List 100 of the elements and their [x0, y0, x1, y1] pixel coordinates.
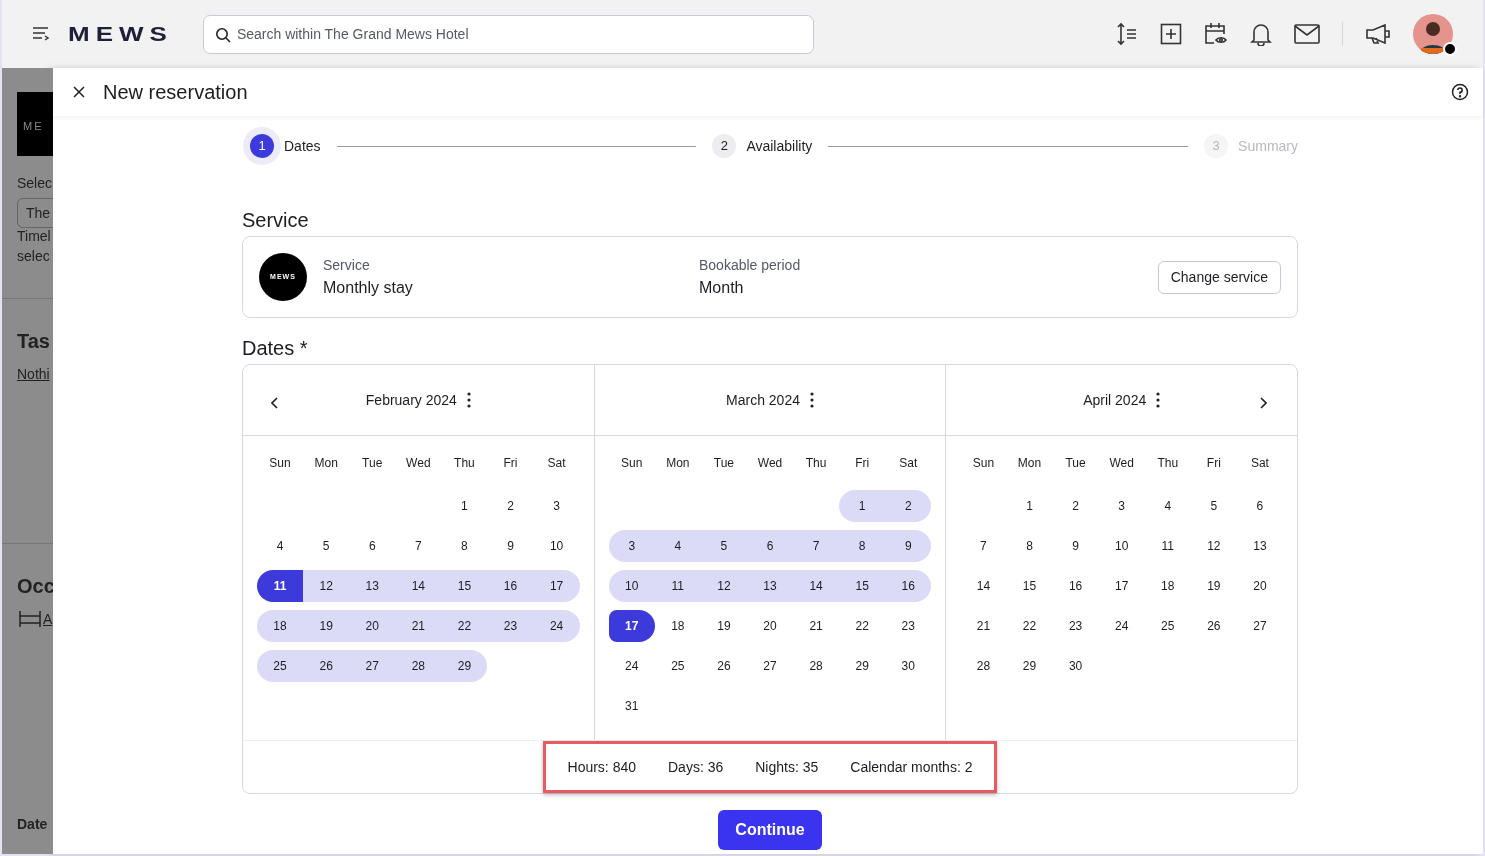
calendar-day[interactable]: 9 — [885, 530, 932, 562]
calendar-day[interactable]: 18 — [654, 610, 701, 642]
continue-button[interactable]: Continue — [718, 810, 822, 850]
calendar-day[interactable]: 21 — [793, 610, 840, 642]
calendar-day[interactable]: 26 — [700, 650, 747, 682]
calendar-day[interactable]: 15 — [839, 570, 886, 602]
calendar-day[interactable]: 26 — [303, 650, 350, 682]
calendar-day[interactable]: 19 — [1190, 570, 1237, 602]
calendar-day[interactable]: 16 — [885, 570, 932, 602]
calendar-day[interactable]: 28 — [395, 650, 442, 682]
calendar-day[interactable]: 30 — [1052, 650, 1099, 682]
calendar-day[interactable]: 16 — [487, 570, 534, 602]
calendar-day[interactable]: 14 — [793, 570, 840, 602]
calendar-day[interactable]: 13 — [349, 570, 396, 602]
calendar-day[interactable]: 13 — [1236, 530, 1283, 562]
calendar-day[interactable]: 14 — [395, 570, 442, 602]
calendar-day[interactable]: 27 — [746, 650, 794, 682]
calendar-day[interactable]: 21 — [395, 610, 442, 642]
menu-icon[interactable] — [32, 26, 50, 42]
calendar-day[interactable]: 9 — [487, 530, 534, 562]
calendar-day[interactable]: 25 — [654, 650, 701, 682]
step-label[interactable]: Dates — [284, 135, 321, 157]
calendar-day[interactable]: 2 — [885, 490, 932, 522]
bell-icon[interactable] — [1250, 22, 1272, 46]
mail-icon[interactable] — [1294, 24, 1320, 44]
calendar-day[interactable]: 24 — [1098, 610, 1145, 642]
step-label[interactable]: Availability — [746, 135, 813, 157]
calendar-day[interactable]: 11 — [1144, 530, 1191, 562]
megaphone-icon[interactable] — [1365, 24, 1391, 44]
calendar-day[interactable]: 12 — [700, 570, 747, 602]
calendar-day[interactable]: 10 — [608, 570, 655, 602]
calendar-day[interactable]: 2 — [1052, 490, 1099, 522]
calendar-day[interactable]: 20 — [349, 610, 396, 642]
calendar-eye-icon[interactable] — [1204, 22, 1228, 46]
calendar-day[interactable]: 18 — [257, 610, 304, 642]
calendar-day[interactable]: 25 — [257, 650, 304, 682]
calendar-day[interactable]: 8 — [839, 530, 886, 562]
calendar-day[interactable]: 6 — [1236, 490, 1283, 522]
calendar-day[interactable]: 8 — [441, 530, 488, 562]
calendar-day[interactable]: 14 — [960, 570, 1007, 602]
calendar-day[interactable]: 5 — [1190, 490, 1237, 522]
calendar-day[interactable]: 12 — [1190, 530, 1237, 562]
calendar-day[interactable]: 27 — [1236, 610, 1283, 642]
calendar-day[interactable]: 7 — [960, 530, 1007, 562]
calendar-day[interactable]: 23 — [1052, 610, 1099, 642]
more-icon[interactable] — [466, 392, 471, 408]
calendar-day[interactable]: 26 — [1190, 610, 1237, 642]
calendar-day[interactable]: 10 — [1098, 530, 1145, 562]
calendar-day[interactable]: 2 — [487, 490, 534, 522]
change-service-button[interactable]: Change service — [1157, 260, 1281, 294]
more-icon[interactable] — [1156, 392, 1161, 408]
calendar-day[interactable]: 15 — [1006, 570, 1053, 602]
calendar-day[interactable]: 24 — [608, 650, 655, 682]
logo[interactable]: MEWS — [68, 18, 173, 50]
calendar-day[interactable]: 21 — [960, 610, 1007, 642]
calendar-day[interactable]: 24 — [533, 610, 580, 642]
calendar-day[interactable]: 5 — [700, 530, 747, 562]
calendar-day[interactable]: 20 — [746, 610, 794, 642]
calendar-day[interactable]: 28 — [793, 650, 840, 682]
more-icon[interactable] — [809, 392, 814, 408]
calendar-day[interactable]: 7 — [395, 530, 442, 562]
calendar-day[interactable]: 4 — [654, 530, 701, 562]
calendar-day[interactable]: 23 — [487, 610, 534, 642]
calendar-day[interactable]: 31 — [608, 690, 655, 722]
calendar-day[interactable]: 29 — [441, 650, 488, 682]
calendar-day[interactable]: 17 — [1098, 570, 1145, 602]
calendar-day[interactable]: 17 — [533, 570, 580, 602]
calendar-day[interactable]: 8 — [1006, 530, 1053, 562]
calendar-day[interactable]: 22 — [839, 610, 886, 642]
calendar-day[interactable]: 1 — [839, 490, 886, 522]
calendar-day[interactable]: 1 — [441, 490, 488, 522]
calendar-day[interactable]: 20 — [1236, 570, 1283, 602]
calendar-day[interactable]: 6 — [746, 530, 794, 562]
calendar-day[interactable]: 28 — [960, 650, 1007, 682]
calendar-day[interactable]: 3 — [608, 530, 655, 562]
calendar-day[interactable]: 1 — [1006, 490, 1053, 522]
calendar-day[interactable]: 18 — [1144, 570, 1191, 602]
add-icon[interactable] — [1160, 23, 1182, 45]
calendar-day[interactable]: 29 — [1006, 650, 1053, 682]
calendar-day[interactable]: 19 — [700, 610, 747, 642]
search-field[interactable]: Search within The Grand Mews Hotel — [202, 14, 814, 54]
calendar-day[interactable]: 9 — [1052, 530, 1099, 562]
calendar-day[interactable]: 4 — [257, 530, 304, 562]
calendar-day[interactable]: 15 — [441, 570, 488, 602]
calendar-day[interactable]: 4 — [1144, 490, 1191, 522]
calendar-day[interactable]: 29 — [839, 650, 886, 682]
calendar-day[interactable]: 3 — [533, 490, 580, 522]
calendar-day[interactable]: 11 — [654, 570, 701, 602]
help-icon[interactable] — [1451, 83, 1469, 101]
calendar-day[interactable]: 27 — [349, 650, 396, 682]
calendar-day[interactable]: 6 — [349, 530, 396, 562]
calendar-day[interactable]: 3 — [1098, 490, 1145, 522]
calendar-day[interactable]: 23 — [885, 610, 932, 642]
calendar-day[interactable]: 11 — [257, 570, 304, 602]
calendar-day[interactable]: 25 — [1144, 610, 1191, 642]
calendar-day[interactable]: 5 — [303, 530, 350, 562]
calendar-day[interactable]: 13 — [746, 570, 794, 602]
calendar-day[interactable]: 10 — [533, 530, 580, 562]
calendar-day[interactable]: 30 — [885, 650, 932, 682]
calendar-day[interactable]: 7 — [793, 530, 840, 562]
